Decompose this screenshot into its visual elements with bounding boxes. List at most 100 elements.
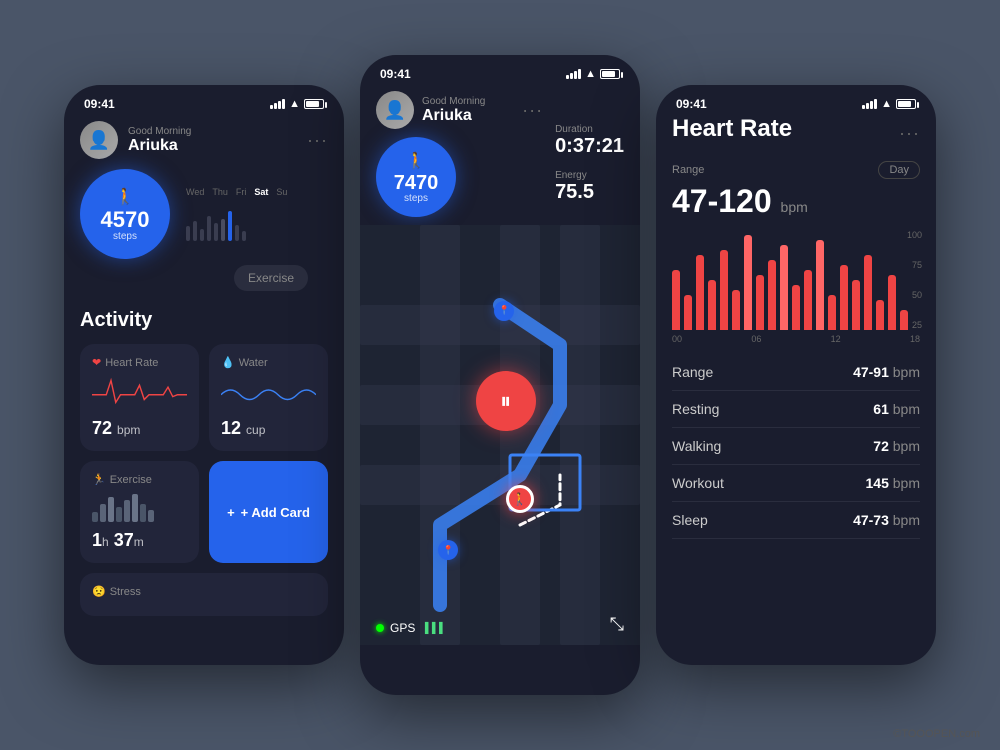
hbar5 bbox=[720, 250, 728, 330]
stat-walking-label: Walking bbox=[672, 438, 721, 454]
stat-resting-value: 61 bpm bbox=[873, 401, 920, 417]
hr-chart-area: 00 06 12 18 100 75 50 25 bbox=[656, 230, 936, 344]
hbar7 bbox=[744, 235, 752, 330]
stat-sleep[interactable]: Sleep 47-73 bpm bbox=[672, 502, 920, 539]
exercise-time-value: 1h 37m bbox=[92, 530, 187, 551]
walk-icon: 🚶 bbox=[115, 187, 135, 207]
menu-dots-left[interactable]: ··· bbox=[307, 130, 328, 151]
exbar2 bbox=[100, 504, 106, 522]
duration-section: Duration 0:37:21 bbox=[555, 124, 624, 158]
right-phone: 09:41 ▲ Heart Rate ··· bbox=[656, 85, 936, 665]
chart-y-labels: 100 75 50 25 bbox=[907, 230, 922, 330]
user-marker: 🚶 bbox=[506, 485, 534, 513]
hbar17 bbox=[864, 255, 872, 330]
user-name-left: Ariuka bbox=[128, 137, 191, 155]
hbar10 bbox=[780, 245, 788, 330]
map-background: ⏸ 🚶 📍 📍 GPS ▐▐▐ ⤡ bbox=[360, 225, 640, 645]
hr-line bbox=[92, 375, 187, 410]
range-value: 47-120 bpm bbox=[672, 183, 920, 220]
hbar15 bbox=[840, 265, 848, 330]
stress-card[interactable]: 😟 Stress bbox=[80, 573, 328, 616]
water-value: 12 cup bbox=[221, 418, 316, 439]
steps-section: 🚶 4570 steps Wed Thu Fri Sat Su bbox=[64, 169, 344, 259]
hbar18 bbox=[876, 300, 884, 330]
pause-icon: ⏸ bbox=[500, 388, 511, 414]
menu-dots-right[interactable]: ··· bbox=[899, 123, 920, 144]
location-pin-1: 📍 bbox=[494, 301, 514, 321]
hbar19 bbox=[888, 275, 896, 330]
stat-resting[interactable]: Resting 61 bpm bbox=[672, 391, 920, 428]
avatar-middle: 👤 bbox=[376, 91, 414, 129]
greeting-left: Good Morning bbox=[128, 126, 191, 137]
exbar4 bbox=[116, 507, 122, 522]
exercise-card-label: 🏃 Exercise bbox=[92, 473, 187, 486]
gps-indicator bbox=[376, 624, 384, 632]
exbar5 bbox=[124, 500, 130, 522]
time-left: 09:41 bbox=[84, 97, 115, 111]
add-card-label: + Add Card bbox=[241, 505, 310, 520]
battery-icon-mid bbox=[600, 69, 620, 79]
energy-value: 75.5 bbox=[555, 181, 624, 204]
battery-icon-right bbox=[896, 99, 916, 109]
day-fri: Fri bbox=[236, 187, 247, 197]
avatar-area: 👤 Good Morning Ariuka bbox=[80, 121, 191, 159]
day-button[interactable]: Day bbox=[878, 161, 920, 179]
steps-label-left: steps bbox=[113, 231, 137, 242]
gps-bars-icon: ▐▐▐ bbox=[421, 623, 442, 634]
days-labels: Wed Thu Fri Sat Su bbox=[186, 187, 328, 197]
watermark: ©TOOOPEN.com bbox=[893, 728, 980, 740]
pause-button[interactable]: ⏸ bbox=[476, 371, 536, 431]
hbar13 bbox=[816, 240, 824, 330]
time-right: 09:41 bbox=[676, 97, 707, 111]
energy-section: Energy 75.5 bbox=[555, 170, 624, 204]
water-card[interactable]: 💧 Water 12 cup bbox=[209, 344, 328, 451]
signal-icon-mid bbox=[566, 69, 581, 79]
menu-dots-middle[interactable]: ··· bbox=[522, 100, 543, 121]
exbar6 bbox=[132, 494, 138, 522]
stat-walking[interactable]: Walking 72 bpm bbox=[672, 428, 920, 465]
status-icons-right: ▲ bbox=[862, 98, 916, 110]
fullscreen-button[interactable]: ⤡ bbox=[610, 614, 624, 635]
stat-range[interactable]: Range 47-91 bpm bbox=[672, 354, 920, 391]
hr-value: 72 bpm bbox=[92, 418, 187, 439]
bar6 bbox=[221, 219, 225, 241]
stat-range-label: Range bbox=[672, 364, 713, 380]
exercise-bars bbox=[92, 492, 187, 522]
activity-grid: ❤ Heart Rate 72 bpm bbox=[80, 344, 328, 616]
bar7-active bbox=[228, 211, 232, 241]
add-card-button[interactable]: + + Add Card bbox=[209, 461, 328, 563]
hr-range-section: Range Day 47-120 bpm bbox=[656, 161, 936, 220]
exercise-card[interactable]: 🏃 Exercise 1h 3 bbox=[80, 461, 199, 563]
signal-icon-right bbox=[862, 99, 877, 109]
gps-bar: GPS ▐▐▐ bbox=[376, 621, 443, 635]
wifi-icon: ▲ bbox=[289, 98, 300, 110]
stress-label: 😟 Stress bbox=[92, 585, 316, 598]
wifi-icon-right: ▲ bbox=[881, 98, 892, 110]
water-card-label: 💧 Water bbox=[221, 356, 316, 369]
exbar3 bbox=[108, 497, 114, 522]
activity-section: Activity ❤ Heart Rate 72 bpm bbox=[64, 309, 344, 616]
exbar8 bbox=[148, 510, 154, 522]
exercise-bubble[interactable]: Exercise bbox=[234, 265, 308, 291]
hbar2 bbox=[684, 295, 692, 330]
stat-workout[interactable]: Workout 145 bpm bbox=[672, 465, 920, 502]
hbar3 bbox=[696, 255, 704, 330]
user-name-middle: Ariuka bbox=[422, 107, 485, 125]
hbar8 bbox=[756, 275, 764, 330]
steps-circle: 🚶 4570 steps bbox=[80, 169, 170, 259]
stat-sleep-label: Sleep bbox=[672, 512, 708, 528]
days-chart: Wed Thu Fri Sat Su bbox=[186, 187, 328, 241]
route-path bbox=[360, 225, 640, 645]
hr-stats-list: Range 47-91 bpm Resting 61 bpm Walking 7… bbox=[656, 354, 936, 539]
exbar1 bbox=[92, 512, 98, 522]
hbar16 bbox=[852, 280, 860, 330]
duration-label: Duration bbox=[555, 124, 624, 135]
map-area: ⏸ 🚶 📍 📍 GPS ▐▐▐ ⤡ bbox=[360, 225, 640, 645]
mini-bars bbox=[186, 201, 328, 241]
heart-rate-card[interactable]: ❤ Heart Rate 72 bpm bbox=[80, 344, 199, 451]
steps-count-left: 4570 bbox=[101, 209, 150, 231]
stat-sleep-value: 47-73 bpm bbox=[853, 512, 920, 528]
day-sat: Sat bbox=[254, 187, 268, 197]
exbar7 bbox=[140, 504, 146, 522]
hr-title: Heart Rate bbox=[672, 115, 792, 143]
